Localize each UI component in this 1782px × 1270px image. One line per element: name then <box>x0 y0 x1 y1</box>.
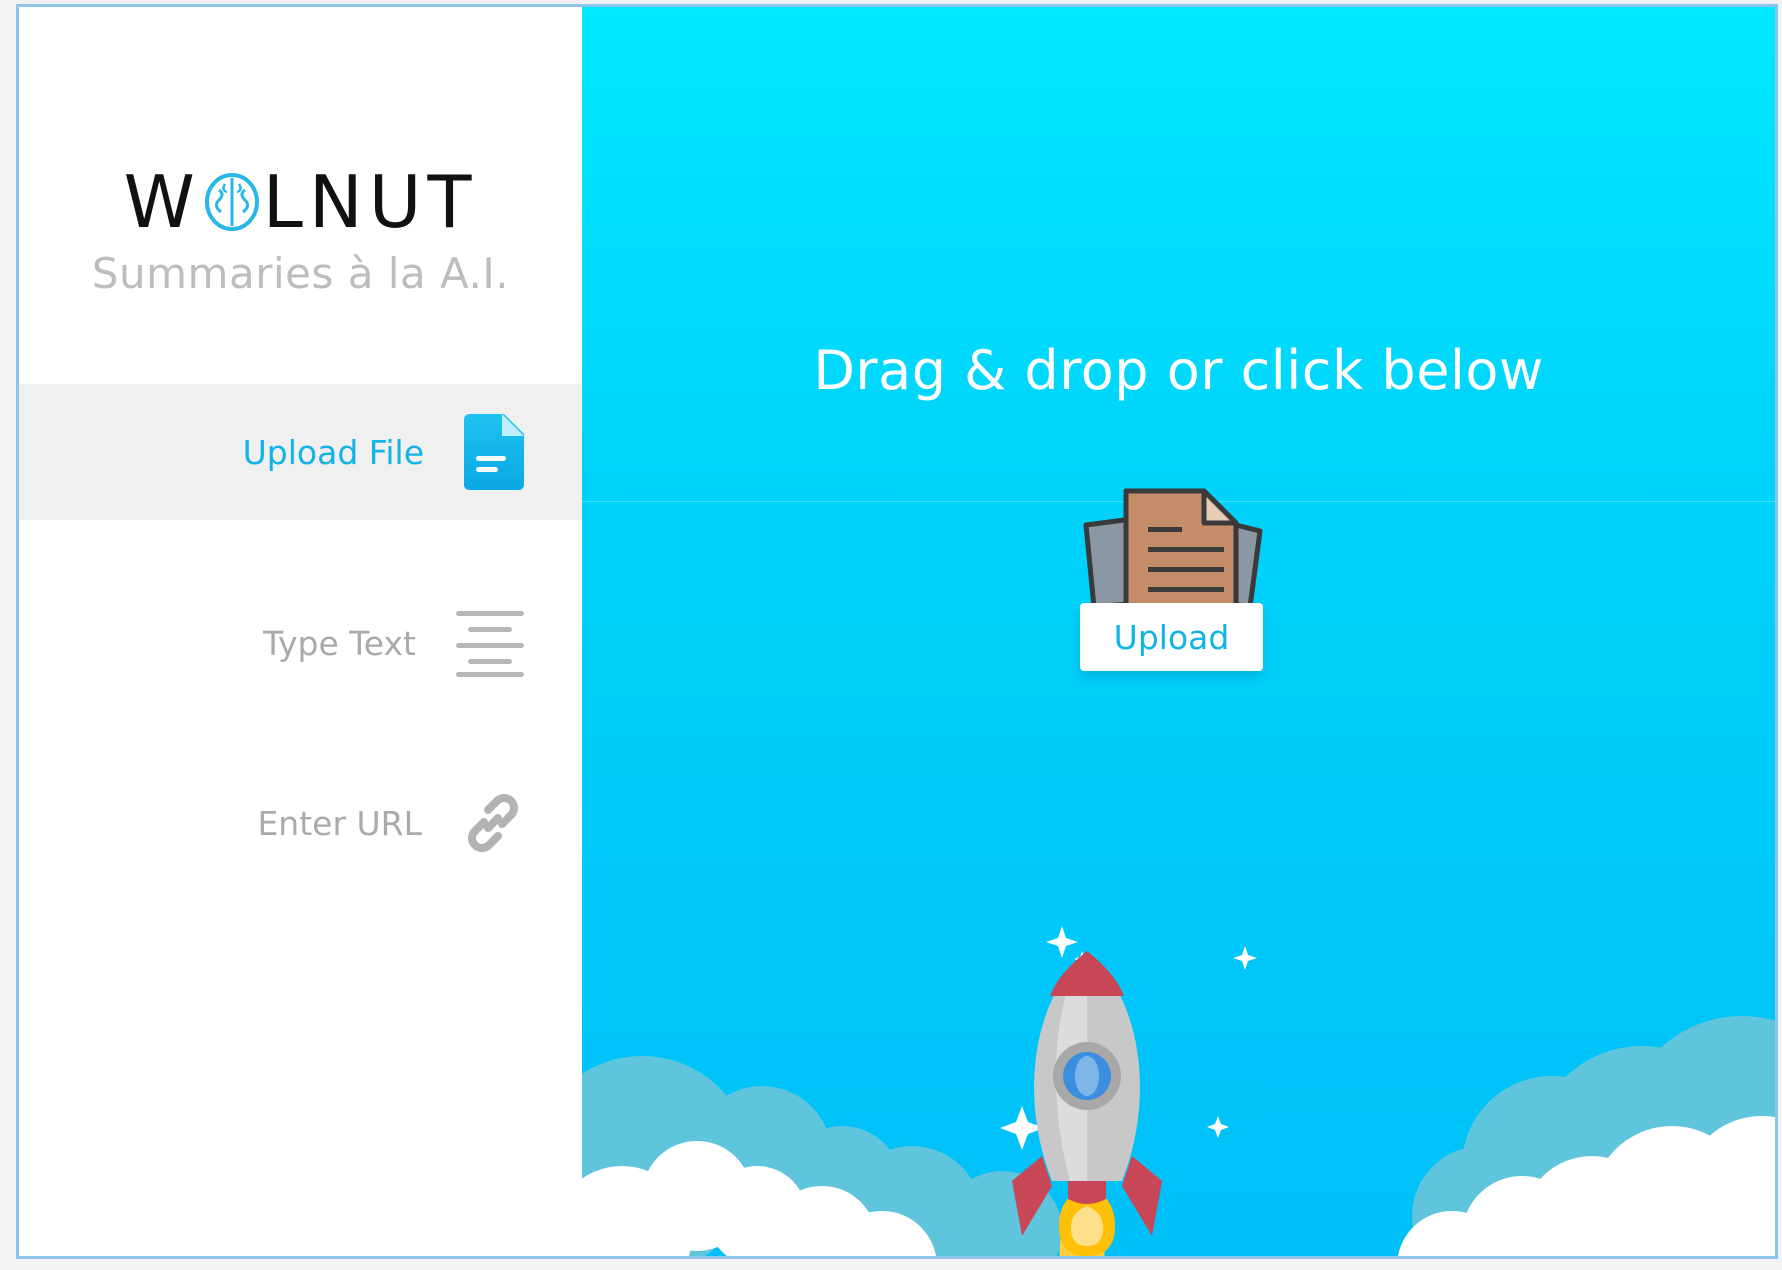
documents-stack-icon <box>1083 488 1263 612</box>
upload-widget: Upload <box>1080 485 1266 685</box>
rocket-icon <box>1012 951 1162 1256</box>
app-logo: W LNUT <box>19 157 582 247</box>
tagline: Summaries à la A.I. <box>91 249 510 298</box>
logo-text-right: LNUT <box>262 160 478 244</box>
text-lines-icon <box>456 611 524 677</box>
sidebar-item-type-text[interactable]: Type Text <box>19 575 582 711</box>
logo-text-left: W <box>123 160 201 244</box>
sidebar-item-enter-url[interactable]: Enter URL <box>19 755 582 891</box>
sidebar-item-label: Enter URL <box>257 803 422 843</box>
sidebar-item-label: Type Text <box>262 623 416 663</box>
sidebar-item-label: Upload File <box>242 432 424 472</box>
upload-button[interactable]: Upload <box>1080 603 1263 671</box>
link-icon <box>468 794 518 852</box>
brain-walnut-icon <box>204 173 259 231</box>
sidebar: W LNUT Summaries à la A.I. Upload File T… <box>19 7 582 1256</box>
upload-dropzone[interactable]: Drag & drop or click below Upload <box>582 7 1775 1256</box>
rocket-launch-illustration <box>582 926 1775 1256</box>
app-window: W LNUT Summaries à la A.I. Upload File T… <box>16 4 1778 1259</box>
document-icon <box>464 414 524 490</box>
sidebar-item-upload-file[interactable]: Upload File <box>19 384 582 520</box>
dropzone-headline: Drag & drop or click below <box>813 339 1544 402</box>
